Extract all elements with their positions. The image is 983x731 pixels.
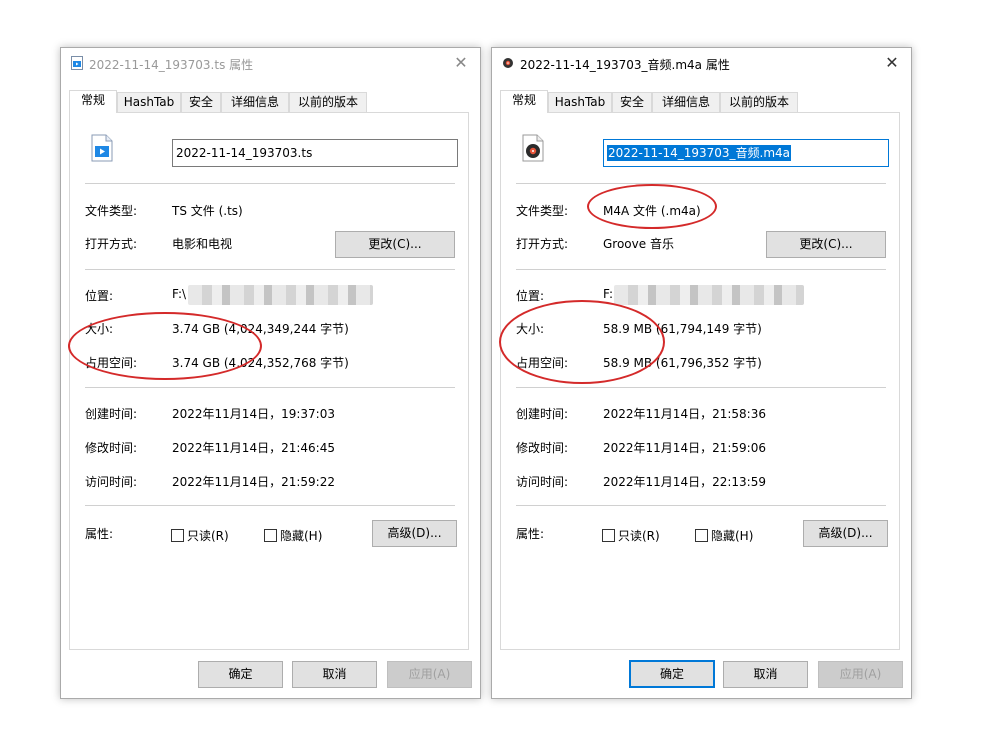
- disk-size-label: 占用空间:: [516, 356, 569, 370]
- audio-file-icon: [503, 58, 513, 68]
- location-redaction: [614, 285, 804, 305]
- checkbox-icon: [695, 529, 708, 542]
- tab-details[interactable]: 详细信息: [221, 92, 289, 112]
- dialog-title: 2022-11-14_193703.ts 属性: [89, 58, 254, 72]
- checkbox-icon: [602, 529, 615, 542]
- created-value: 2022年11月14日，19:37:03: [172, 407, 335, 421]
- change-button[interactable]: 更改(C)...: [335, 231, 455, 258]
- tab-previous-versions[interactable]: 以前的版本: [720, 92, 798, 112]
- general-panel: 2022-11-14_193703_音频.m4a 文件类型: M4A 文件 (.…: [500, 112, 900, 650]
- modified-label: 修改时间:: [516, 441, 569, 455]
- disk-size-label: 占用空间:: [85, 356, 138, 370]
- open-with-value: Groove 音乐: [603, 237, 674, 251]
- readonly-checkbox[interactable]: 只读(R): [171, 527, 229, 544]
- created-label: 创建时间:: [85, 407, 138, 421]
- hidden-label: 隐藏(H): [280, 529, 323, 543]
- modified-label: 修改时间:: [85, 441, 138, 455]
- divider: [85, 387, 455, 388]
- size-value: 58.9 MB (61,794,149 字节): [603, 322, 762, 336]
- divider: [85, 505, 455, 506]
- tab-general[interactable]: 常规: [69, 90, 117, 113]
- dialog-title: 2022-11-14_193703_音频.m4a 属性: [520, 58, 730, 72]
- open-with-value: 电影和电视: [172, 237, 233, 251]
- advanced-button[interactable]: 高级(D)...: [372, 520, 457, 547]
- attributes-label: 属性:: [516, 527, 545, 541]
- created-label: 创建时间:: [516, 407, 569, 421]
- cancel-button[interactable]: 取消: [723, 661, 808, 688]
- divider: [516, 387, 886, 388]
- file-type-label: 文件类型:: [516, 204, 569, 218]
- readonly-label: 只读(R): [618, 529, 660, 543]
- location-label: 位置:: [85, 289, 114, 303]
- size-label: 大小:: [85, 322, 114, 336]
- hidden-checkbox[interactable]: 隐藏(H): [695, 527, 753, 544]
- tab-details[interactable]: 详细信息: [652, 92, 720, 112]
- readonly-checkbox[interactable]: 只读(R): [602, 527, 660, 544]
- attributes-label: 属性:: [85, 527, 114, 541]
- filename-input[interactable]: 2022-11-14_193703_音频.m4a: [603, 139, 889, 167]
- divider: [516, 505, 886, 506]
- accessed-value: 2022年11月14日，21:59:22: [172, 475, 335, 489]
- location-value: F:\: [172, 287, 187, 301]
- file-type-value: M4A 文件 (.m4a): [603, 204, 701, 218]
- change-button[interactable]: 更改(C)...: [766, 231, 886, 258]
- apply-button[interactable]: 应用(A): [818, 661, 903, 688]
- tab-hashtab[interactable]: HashTab: [548, 92, 612, 112]
- accessed-label: 访问时间:: [85, 475, 138, 489]
- open-with-label: 打开方式:: [516, 237, 569, 251]
- video-file-icon: [71, 56, 83, 70]
- hidden-label: 隐藏(H): [711, 529, 754, 543]
- tab-general[interactable]: 常规: [500, 90, 548, 113]
- divider: [516, 269, 886, 270]
- tab-security[interactable]: 安全: [181, 92, 221, 112]
- tab-previous-versions[interactable]: 以前的版本: [289, 92, 367, 112]
- checkbox-icon: [171, 529, 184, 542]
- accessed-value: 2022年11月14日，22:13:59: [603, 475, 766, 489]
- size-label: 大小:: [516, 322, 545, 336]
- file-type-label: 文件类型:: [85, 204, 138, 218]
- location-redaction: [188, 285, 373, 305]
- properties-dialog-ts: 2022-11-14_193703.ts 属性 ✕ 常规 HashTab 安全 …: [60, 47, 481, 699]
- disk-size-value: 58.9 MB (61,796,352 字节): [603, 356, 762, 370]
- created-value: 2022年11月14日，21:58:36: [603, 407, 766, 421]
- filename-selection: 2022-11-14_193703_音频.m4a: [607, 145, 792, 161]
- title-bar[interactable]: 2022-11-14_193703_音频.m4a 属性 ✕: [492, 48, 911, 78]
- properties-dialog-m4a: 2022-11-14_193703_音频.m4a 属性 ✕ 常规 HashTab…: [491, 47, 912, 699]
- filename-input[interactable]: 2022-11-14_193703.ts: [172, 139, 458, 167]
- ok-button[interactable]: 确定: [198, 661, 283, 688]
- close-icon[interactable]: ✕: [881, 53, 903, 73]
- cancel-button[interactable]: 取消: [292, 661, 377, 688]
- tab-security[interactable]: 安全: [612, 92, 652, 112]
- accessed-label: 访问时间:: [516, 475, 569, 489]
- advanced-button[interactable]: 高级(D)...: [803, 520, 888, 547]
- video-file-icon: [91, 134, 113, 162]
- close-icon[interactable]: ✕: [450, 53, 472, 73]
- tab-hashtab[interactable]: HashTab: [117, 92, 181, 112]
- hidden-checkbox[interactable]: 隐藏(H): [264, 527, 322, 544]
- audio-file-icon: [522, 134, 544, 162]
- location-label: 位置:: [516, 289, 545, 303]
- title-bar[interactable]: 2022-11-14_193703.ts 属性 ✕: [61, 48, 480, 78]
- modified-value: 2022年11月14日，21:46:45: [172, 441, 335, 455]
- size-value: 3.74 GB (4,024,349,244 字节): [172, 322, 349, 336]
- divider: [85, 183, 455, 184]
- divider: [85, 269, 455, 270]
- disk-size-value: 3.74 GB (4,024,352,768 字节): [172, 356, 349, 370]
- general-panel: 2022-11-14_193703.ts 文件类型: TS 文件 (.ts) 打…: [69, 112, 469, 650]
- checkbox-icon: [264, 529, 277, 542]
- ok-button[interactable]: 确定: [629, 660, 715, 688]
- open-with-label: 打开方式:: [85, 237, 138, 251]
- file-type-value: TS 文件 (.ts): [172, 204, 243, 218]
- modified-value: 2022年11月14日，21:59:06: [603, 441, 766, 455]
- readonly-label: 只读(R): [187, 529, 229, 543]
- location-value: F:: [603, 287, 614, 301]
- divider: [516, 183, 886, 184]
- apply-button[interactable]: 应用(A): [387, 661, 472, 688]
